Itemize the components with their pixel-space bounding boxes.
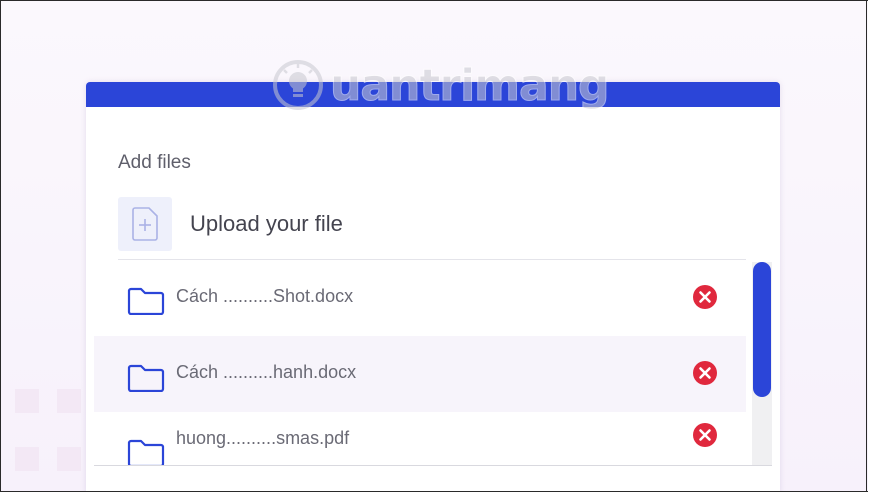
remove-icon[interactable] <box>692 360 718 386</box>
background-decoration <box>1 351 91 491</box>
folder-icon <box>127 364 165 392</box>
list-bottom-divider <box>94 465 772 466</box>
remove-icon[interactable] <box>692 422 718 448</box>
card-header-bar <box>86 82 780 107</box>
file-list-item[interactable]: Cách ..........hanh.docx <box>94 336 746 412</box>
file-list-scrollbar-thumb[interactable] <box>753 262 771 397</box>
file-name: Cách ..........Shot.docx <box>176 286 354 306</box>
folder-icon <box>127 439 165 465</box>
file-name: Cách ..........hanh.docx <box>176 362 357 382</box>
upload-file-button[interactable]: Upload your file <box>118 197 746 251</box>
file-upload-card: Add files Upload your file Cách ........… <box>86 82 780 491</box>
file-list-item[interactable]: Cách ..........Shot.docx <box>94 260 746 336</box>
upload-file-label: Upload your file <box>190 211 343 236</box>
file-name: huong..........smas.pdf <box>176 428 350 448</box>
add-file-icon[interactable] <box>118 197 172 251</box>
folder-icon <box>127 287 165 315</box>
window-edge <box>866 0 867 492</box>
file-list-item[interactable]: huong..........smas.pdf <box>94 412 746 465</box>
uploaded-file-list: Cách ..........Shot.docx Cách ..........… <box>94 260 754 465</box>
app-window: Add files Upload your file Cách ........… <box>0 0 868 492</box>
remove-icon[interactable] <box>692 284 718 310</box>
add-files-label: Add files <box>118 152 191 173</box>
